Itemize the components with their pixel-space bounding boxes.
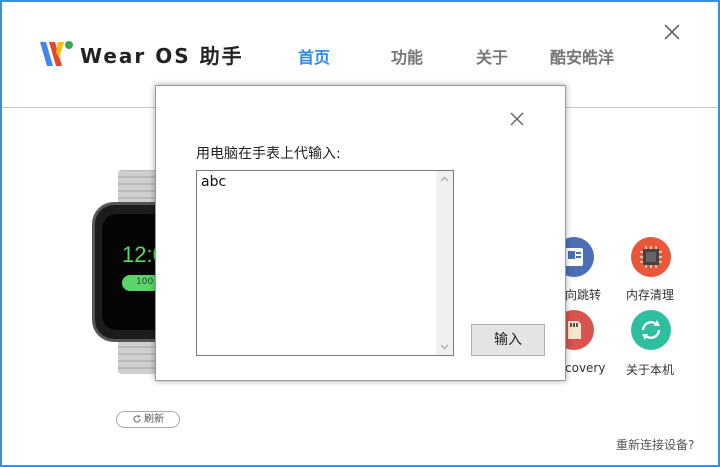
nav-functions[interactable]: 功能 — [391, 44, 423, 68]
dialog-close-icon[interactable] — [508, 110, 526, 128]
input-dialog: 用电脑在手表上代输入: abc 输入 — [155, 85, 566, 381]
scroll-up-icon[interactable] — [440, 175, 449, 184]
refresh-label: 刷新 — [144, 414, 164, 425]
app-logo-icon — [40, 41, 73, 66]
function-label-memory-clean: 内存清理 — [626, 288, 675, 302]
nav-home[interactable]: 首页 — [298, 44, 330, 68]
app-title: Wear OS 助手 — [80, 44, 244, 68]
chip-icon[interactable] — [631, 237, 671, 277]
scroll-down-icon[interactable] — [440, 342, 449, 351]
refresh-button[interactable]: 刷新 — [116, 411, 180, 428]
watch-screen — [102, 214, 162, 330]
sync-icon[interactable] — [631, 310, 671, 350]
textarea-value: abc — [201, 174, 227, 190]
sync-glyph — [641, 320, 661, 340]
nav-about[interactable]: 关于 — [476, 44, 508, 68]
function-label-recovery: covery — [565, 361, 606, 375]
textarea-scrollbar[interactable] — [436, 171, 453, 355]
nav-author[interactable]: 酷安皓洋 — [550, 44, 614, 68]
main-window: Wear OS 助手 首页 功能 关于 酷安皓洋 12:0 100 刷新 向跳转 — [0, 0, 720, 467]
refresh-icon — [133, 415, 141, 423]
function-label-about-device: 关于本机 — [626, 363, 675, 377]
window-close-icon[interactable] — [662, 22, 682, 42]
reconnect-link[interactable]: 重新连接设备? — [616, 436, 694, 453]
remote-input-textarea[interactable]: abc — [196, 170, 454, 356]
submit-input-button[interactable]: 输入 — [471, 324, 545, 356]
function-label-redirect: 向跳转 — [565, 288, 602, 302]
chip-glyph — [640, 246, 662, 268]
dialog-prompt-label: 用电脑在手表上代输入: — [196, 146, 341, 162]
